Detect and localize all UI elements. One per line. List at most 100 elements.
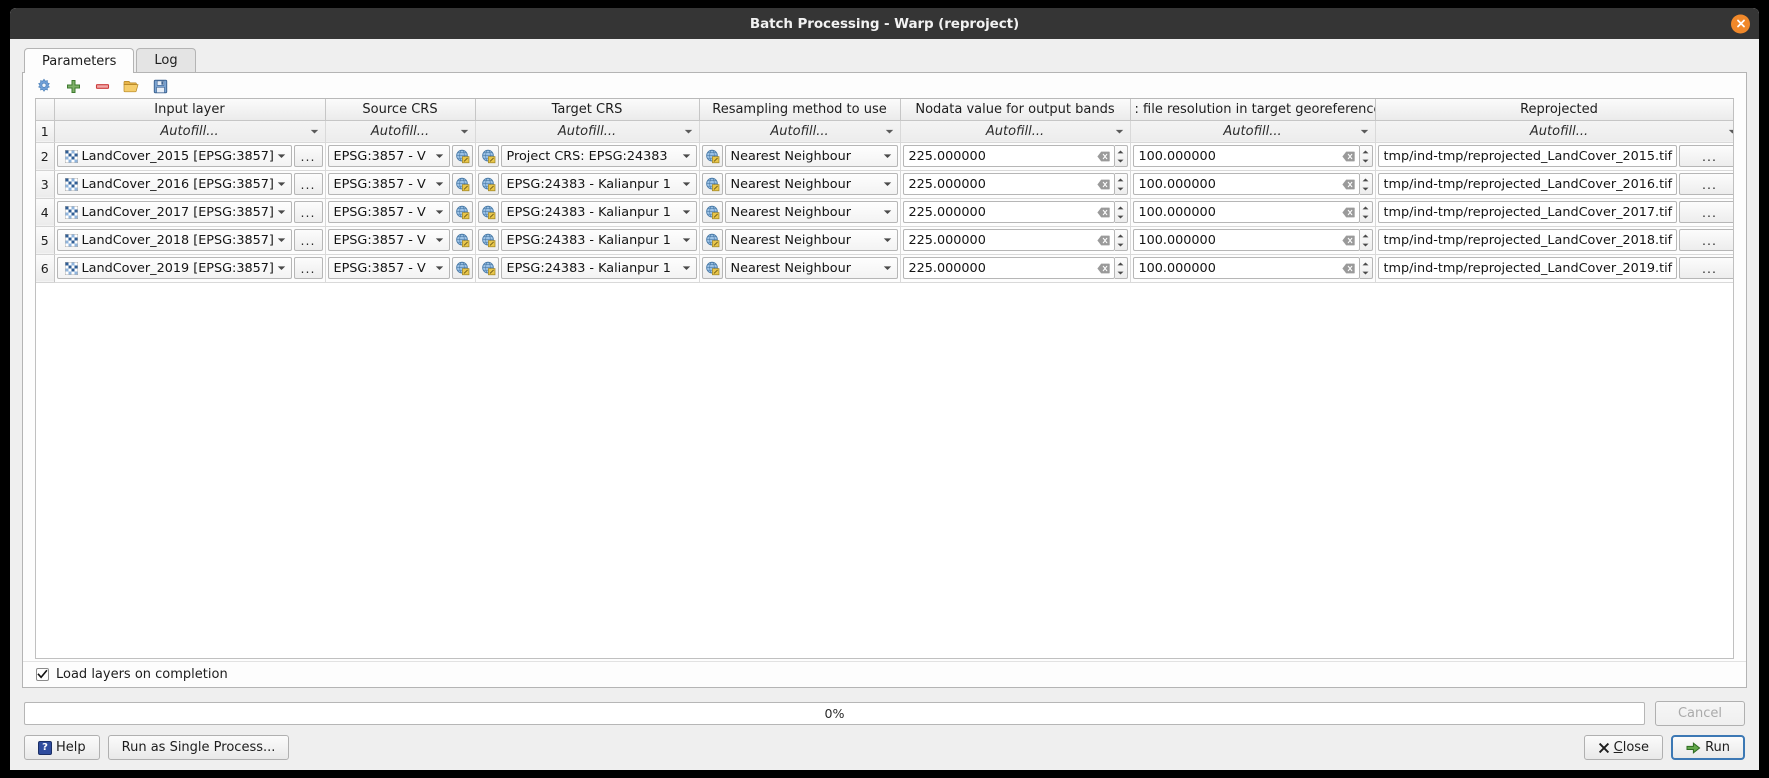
output-resolution-clear-button[interactable] [1341, 235, 1357, 246]
autofill-dropdown-arrow[interactable] [1728, 124, 1735, 139]
input-layer-dropdown-arrow[interactable] [276, 237, 288, 243]
output-resolution-clear-button[interactable] [1341, 179, 1357, 190]
autofill-dropdown-arrow[interactable] [1360, 124, 1369, 139]
cell-input-layer[interactable]: LandCover_2018 [EPSG:3857]... [54, 226, 325, 254]
output-resolution-clear-button[interactable] [1341, 263, 1357, 274]
load-layers-checkbox[interactable] [36, 668, 49, 681]
cell-input-layer[interactable]: LandCover_2019 [EPSG:3857]... [54, 254, 325, 282]
spin-down-button[interactable] [1362, 156, 1369, 165]
input-layer-dropdown-arrow[interactable] [276, 265, 288, 271]
nodata-clear-button[interactable] [1096, 207, 1112, 218]
source-crs-select-button[interactable] [452, 257, 473, 279]
input-layer-dropdown-arrow[interactable] [276, 209, 288, 215]
resampling-method-combo[interactable]: Nearest Neighbour [725, 201, 898, 223]
spin-down-button[interactable] [1117, 212, 1124, 221]
cell-reprojected[interactable]: tmp/ind-tmp/reprojected_LandCover_2019.t… [1375, 254, 1734, 282]
spin-buttons[interactable] [1115, 201, 1128, 223]
input-layer-combo[interactable]: LandCover_2019 [EPSG:3857] [57, 257, 292, 279]
autofill-control-target-crs[interactable]: Autofill... [476, 121, 699, 142]
run-as-single-process-button[interactable]: Run as Single Process... [108, 735, 290, 760]
source-crs-combo[interactable]: EPSG:3857 - V [328, 201, 450, 223]
column-header-nodata-value[interactable]: Nodata value for output bands [900, 99, 1130, 120]
cell-output-resolution[interactable]: 100.000000 [1130, 198, 1375, 226]
nodata-clear-button[interactable] [1096, 179, 1112, 190]
nodata-value-input[interactable]: 225.000000 [903, 145, 1115, 167]
open-button[interactable] [122, 77, 140, 95]
spin-up-button[interactable] [1362, 259, 1369, 268]
spin-down-button[interactable] [1362, 212, 1369, 221]
table-row[interactable]: 5LandCover_2018 [EPSG:3857]...EPSG:3857 … [36, 226, 1734, 254]
cell-resampling-method[interactable]: Nearest Neighbour [699, 142, 900, 170]
cell-resampling-method[interactable]: Nearest Neighbour [699, 170, 900, 198]
input-layer-dropdown-arrow[interactable] [276, 153, 288, 159]
output-resolution-clear-button[interactable] [1341, 207, 1357, 218]
autofill-dropdown-arrow[interactable] [460, 124, 469, 139]
target-crs-select-button[interactable] [478, 201, 499, 223]
cell-target-crs[interactable]: EPSG:24383 - Kalianpur 1 [475, 198, 699, 226]
autofill-cell-reprojected[interactable]: Autofill... [1375, 120, 1734, 142]
resampling-method-dropdown-arrow[interactable] [882, 153, 894, 159]
input-layer-dropdown-arrow[interactable] [276, 181, 288, 187]
input-layer-browse-button[interactable]: ... [294, 145, 323, 167]
spin-down-button[interactable] [1362, 240, 1369, 249]
output-resolution-input[interactable]: 100.000000 [1133, 257, 1360, 279]
resampling-method-dropdown-arrow[interactable] [882, 209, 894, 215]
spin-up-button[interactable] [1362, 203, 1369, 212]
spin-down-button[interactable] [1117, 268, 1124, 277]
cell-reprojected[interactable]: tmp/ind-tmp/reprojected_LandCover_2016.t… [1375, 170, 1734, 198]
autofill-dropdown-arrow[interactable] [684, 124, 693, 139]
nodata-value-input[interactable]: 225.000000 [903, 229, 1115, 251]
spin-buttons[interactable] [1360, 173, 1373, 195]
nodata-clear-button[interactable] [1096, 235, 1112, 246]
spin-buttons[interactable] [1115, 257, 1128, 279]
autofill-cell-input-layer[interactable]: Autofill... [54, 120, 325, 142]
target-crs-dropdown-arrow[interactable] [681, 153, 693, 159]
target-crs-combo[interactable]: EPSG:24383 - Kalianpur 1 [501, 201, 697, 223]
cell-resampling-method[interactable]: Nearest Neighbour [699, 226, 900, 254]
resampling-method-dropdown-arrow[interactable] [882, 237, 894, 243]
spin-down-button[interactable] [1117, 240, 1124, 249]
cell-output-resolution[interactable]: 100.000000 [1130, 142, 1375, 170]
table-row[interactable]: 2LandCover_2015 [EPSG:3857]...EPSG:3857 … [36, 142, 1734, 170]
spin-up-button[interactable] [1117, 175, 1124, 184]
column-header-resampling-method[interactable]: Resampling method to use [699, 99, 900, 120]
cell-input-layer[interactable]: LandCover_2017 [EPSG:3857]... [54, 198, 325, 226]
target-crs-dropdown-arrow[interactable] [681, 265, 693, 271]
remove-row-button[interactable] [93, 77, 111, 95]
autofill-dropdown-arrow[interactable] [885, 124, 894, 139]
spin-buttons[interactable] [1360, 145, 1373, 167]
output-path-browse-button[interactable]: ... [1679, 201, 1735, 223]
grid-corner[interactable] [36, 99, 54, 120]
autofill-cell-output-resolution[interactable]: Autofill... [1130, 120, 1375, 142]
target-crs-combo[interactable]: Project CRS: EPSG:24383 [501, 145, 697, 167]
autofill-control-nodata-value[interactable]: Autofill... [901, 121, 1130, 142]
input-layer-browse-button[interactable]: ... [294, 201, 323, 223]
column-header-reprojected[interactable]: Reprojected [1375, 99, 1734, 120]
cell-input-layer[interactable]: LandCover_2015 [EPSG:3857]... [54, 142, 325, 170]
source-crs-select-button[interactable] [452, 145, 473, 167]
cell-output-resolution[interactable]: 100.000000 [1130, 254, 1375, 282]
cell-source-crs[interactable]: EPSG:3857 - V [325, 254, 475, 282]
source-crs-combo[interactable]: EPSG:3857 - V [328, 257, 450, 279]
nodata-value-input[interactable]: 225.000000 [903, 173, 1115, 195]
output-resolution-input[interactable]: 100.000000 [1133, 229, 1360, 251]
target-crs-dropdown-arrow[interactable] [681, 181, 693, 187]
spin-up-button[interactable] [1362, 231, 1369, 240]
source-crs-dropdown-arrow[interactable] [434, 209, 446, 215]
batch-parameters-table[interactable]: Input layer Source CRS Target CRS Resamp… [35, 98, 1734, 659]
column-header-input-layer[interactable]: Input layer [54, 99, 325, 120]
spin-buttons[interactable] [1360, 257, 1373, 279]
spin-up-button[interactable] [1362, 147, 1369, 156]
autofill-control-input-layer[interactable]: Autofill... [55, 121, 325, 142]
target-crs-dropdown-arrow[interactable] [681, 209, 693, 215]
output-path-input[interactable]: tmp/ind-tmp/reprojected_LandCover_2018.t… [1378, 229, 1677, 251]
input-layer-combo[interactable]: LandCover_2018 [EPSG:3857] [57, 229, 292, 251]
spin-buttons[interactable] [1115, 229, 1128, 251]
output-resolution-input[interactable]: 100.000000 [1133, 145, 1360, 167]
table-row[interactable]: 6LandCover_2019 [EPSG:3857]...EPSG:3857 … [36, 254, 1734, 282]
nodata-value-input[interactable]: 225.000000 [903, 201, 1115, 223]
spin-down-button[interactable] [1117, 184, 1124, 193]
cell-nodata-value[interactable]: 225.000000 [900, 254, 1130, 282]
cell-resampling-method[interactable]: Nearest Neighbour [699, 198, 900, 226]
resampling-method-combo[interactable]: Nearest Neighbour [725, 145, 898, 167]
